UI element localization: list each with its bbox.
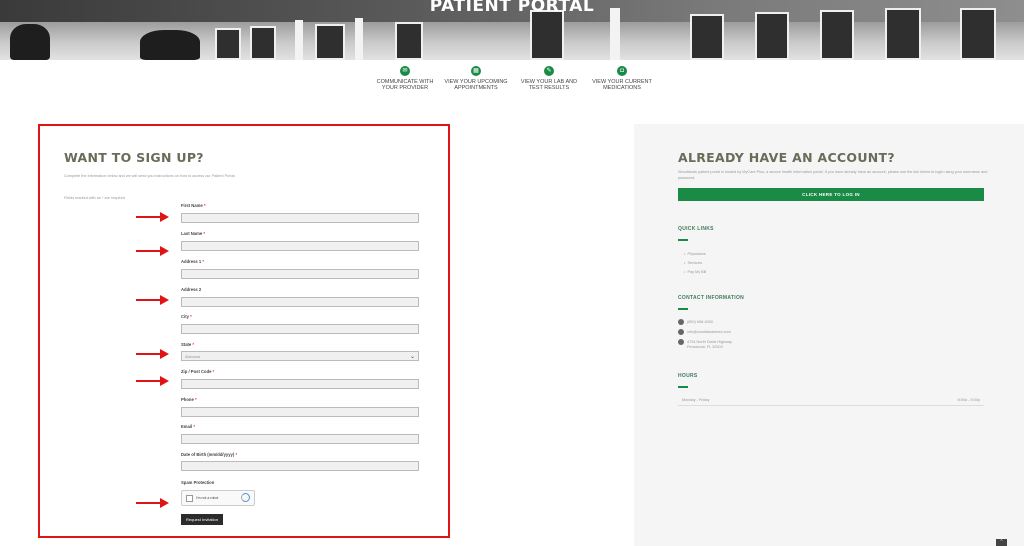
chat-icon: ✉ <box>400 66 410 76</box>
quick-link-pay-bill[interactable]: • Pay My Bill <box>684 270 706 274</box>
annotation-arrow <box>136 349 170 359</box>
hero-window <box>820 10 854 60</box>
email-field[interactable] <box>181 434 419 444</box>
mail-icon <box>678 329 684 335</box>
account-panel: ALREADY HAVE AN ACCOUNT? Woodlands patie… <box>634 124 1024 546</box>
hero-window <box>215 28 241 60</box>
email-label: Email * <box>181 424 195 429</box>
quick-links-heading: QUICK LINKS <box>678 226 714 232</box>
chevron-down-icon: ⌄ <box>409 354 415 360</box>
hero-window <box>690 14 724 60</box>
dob-field[interactable] <box>181 461 419 471</box>
hours-row: Monday - Friday 8:00a - 5:00p <box>678 394 984 406</box>
contact-address: 4704 North Davis Highway Pensacola, FL 32… <box>678 339 732 350</box>
signup-intro: Complete the information below and we wi… <box>64 174 236 178</box>
medication-icon: ◘ <box>617 66 627 76</box>
contact-heading: CONTACT INFORMATION <box>678 295 745 301</box>
annotation-arrow <box>136 498 170 508</box>
request-invitation-button[interactable]: Request Invitation <box>181 514 223 525</box>
hero-window <box>755 12 789 60</box>
hero-shrub <box>10 24 50 60</box>
section-divider <box>678 239 688 241</box>
signup-panel: WANT TO SIGN UP? Complete the informatio… <box>38 124 450 538</box>
account-heading: ALREADY HAVE AN ACCOUNT? <box>678 150 895 165</box>
section-divider <box>678 386 688 388</box>
address1-label: Address 1 * <box>181 259 205 264</box>
hours-time: 8:00a - 5:00p <box>957 398 980 402</box>
spam-protection-label: Spam Protection <box>181 480 215 485</box>
city-field[interactable] <box>181 324 419 334</box>
hero-window <box>395 22 423 60</box>
feature-label: VIEW YOUR LAB AND TEST RESULTS <box>520 79 578 91</box>
recaptcha-label: I'm not a robot <box>196 496 219 500</box>
city-label: City * <box>181 314 192 319</box>
chevron-up-icon: ⌃ <box>999 539 1004 545</box>
feature-lab-results[interactable]: ✎ VIEW YOUR LAB AND TEST RESULTS <box>514 66 584 91</box>
state-label: State * <box>181 342 195 347</box>
feature-label: COMMUNICATE WITH YOUR PROVIDER <box>376 79 434 91</box>
signup-heading: WANT TO SIGN UP? <box>64 150 204 165</box>
feature-label: VIEW YOUR UPCOMING APPOINTMENTS <box>444 79 508 91</box>
hero-shrub <box>140 30 200 60</box>
recaptcha-widget: I'm not a robot <box>181 490 255 506</box>
section-divider <box>678 308 688 310</box>
hero-window <box>250 26 276 60</box>
calendar-icon: ▦ <box>471 66 481 76</box>
phone-field[interactable] <box>181 407 419 417</box>
address2-field[interactable] <box>181 297 419 307</box>
recaptcha-checkbox[interactable] <box>186 495 193 502</box>
hero-window <box>315 24 345 60</box>
address1-field[interactable] <box>181 269 419 279</box>
annotation-arrow <box>136 376 170 386</box>
feature-communicate[interactable]: ✉ COMMUNICATE WITH YOUR PROVIDER <box>370 66 440 91</box>
dob-label: Date of Birth (mm/dd/yyyy) * <box>181 452 238 457</box>
annotation-arrow <box>136 295 170 305</box>
phone-icon <box>678 319 684 325</box>
contact-phone[interactable]: (850) 696-4000 <box>678 319 713 325</box>
hero-column <box>295 20 303 60</box>
first-name-label: First Name * <box>181 203 206 208</box>
scroll-to-top-button[interactable]: ⌃ <box>996 539 1007 546</box>
feature-medications[interactable]: ◘ VIEW YOUR CURRENT MEDICATIONS <box>587 66 657 91</box>
last-name-field[interactable] <box>181 241 419 251</box>
state-select[interactable]: Alabama ⌄ <box>181 351 419 361</box>
state-select-value: Alabama <box>185 354 200 359</box>
zip-label: Zip / Post Code * <box>181 369 215 374</box>
hero-banner: PATIENT PORTAL <box>0 0 1024 60</box>
login-button[interactable]: CLICK HERE TO LOG IN <box>678 188 984 201</box>
phone-label: Phone * <box>181 397 197 402</box>
hero-window <box>530 10 564 60</box>
feature-row: ✉ COMMUNICATE WITH YOUR PROVIDER ▦ VIEW … <box>0 66 1024 106</box>
recaptcha-icon <box>241 493 250 502</box>
hours-heading: HOURS <box>678 373 698 379</box>
address2-label: Address 2 <box>181 287 202 292</box>
contact-email[interactable]: info@woodlandsmed.com <box>678 329 731 335</box>
last-name-label: Last Name * <box>181 231 205 236</box>
required-note: Fields marked with an * are required <box>64 196 125 200</box>
zip-field[interactable] <box>181 379 419 389</box>
annotation-arrow <box>136 212 170 222</box>
feature-label: VIEW YOUR CURRENT MEDICATIONS <box>592 79 652 91</box>
annotation-arrow <box>136 246 170 256</box>
quick-link-services[interactable]: • Services <box>684 261 702 265</box>
hours-day: Monday - Friday <box>682 398 710 402</box>
feature-appointments[interactable]: ▦ VIEW YOUR UPCOMING APPOINTMENTS <box>441 66 511 91</box>
hero-column <box>355 18 363 60</box>
flask-icon: ✎ <box>544 66 554 76</box>
account-description: Woodlands patient portal is hosted by My… <box>678 170 988 180</box>
quick-link-physicians[interactable]: • Physicians <box>684 252 706 256</box>
page-title: PATIENT PORTAL <box>429 0 595 16</box>
first-name-field[interactable] <box>181 213 419 223</box>
